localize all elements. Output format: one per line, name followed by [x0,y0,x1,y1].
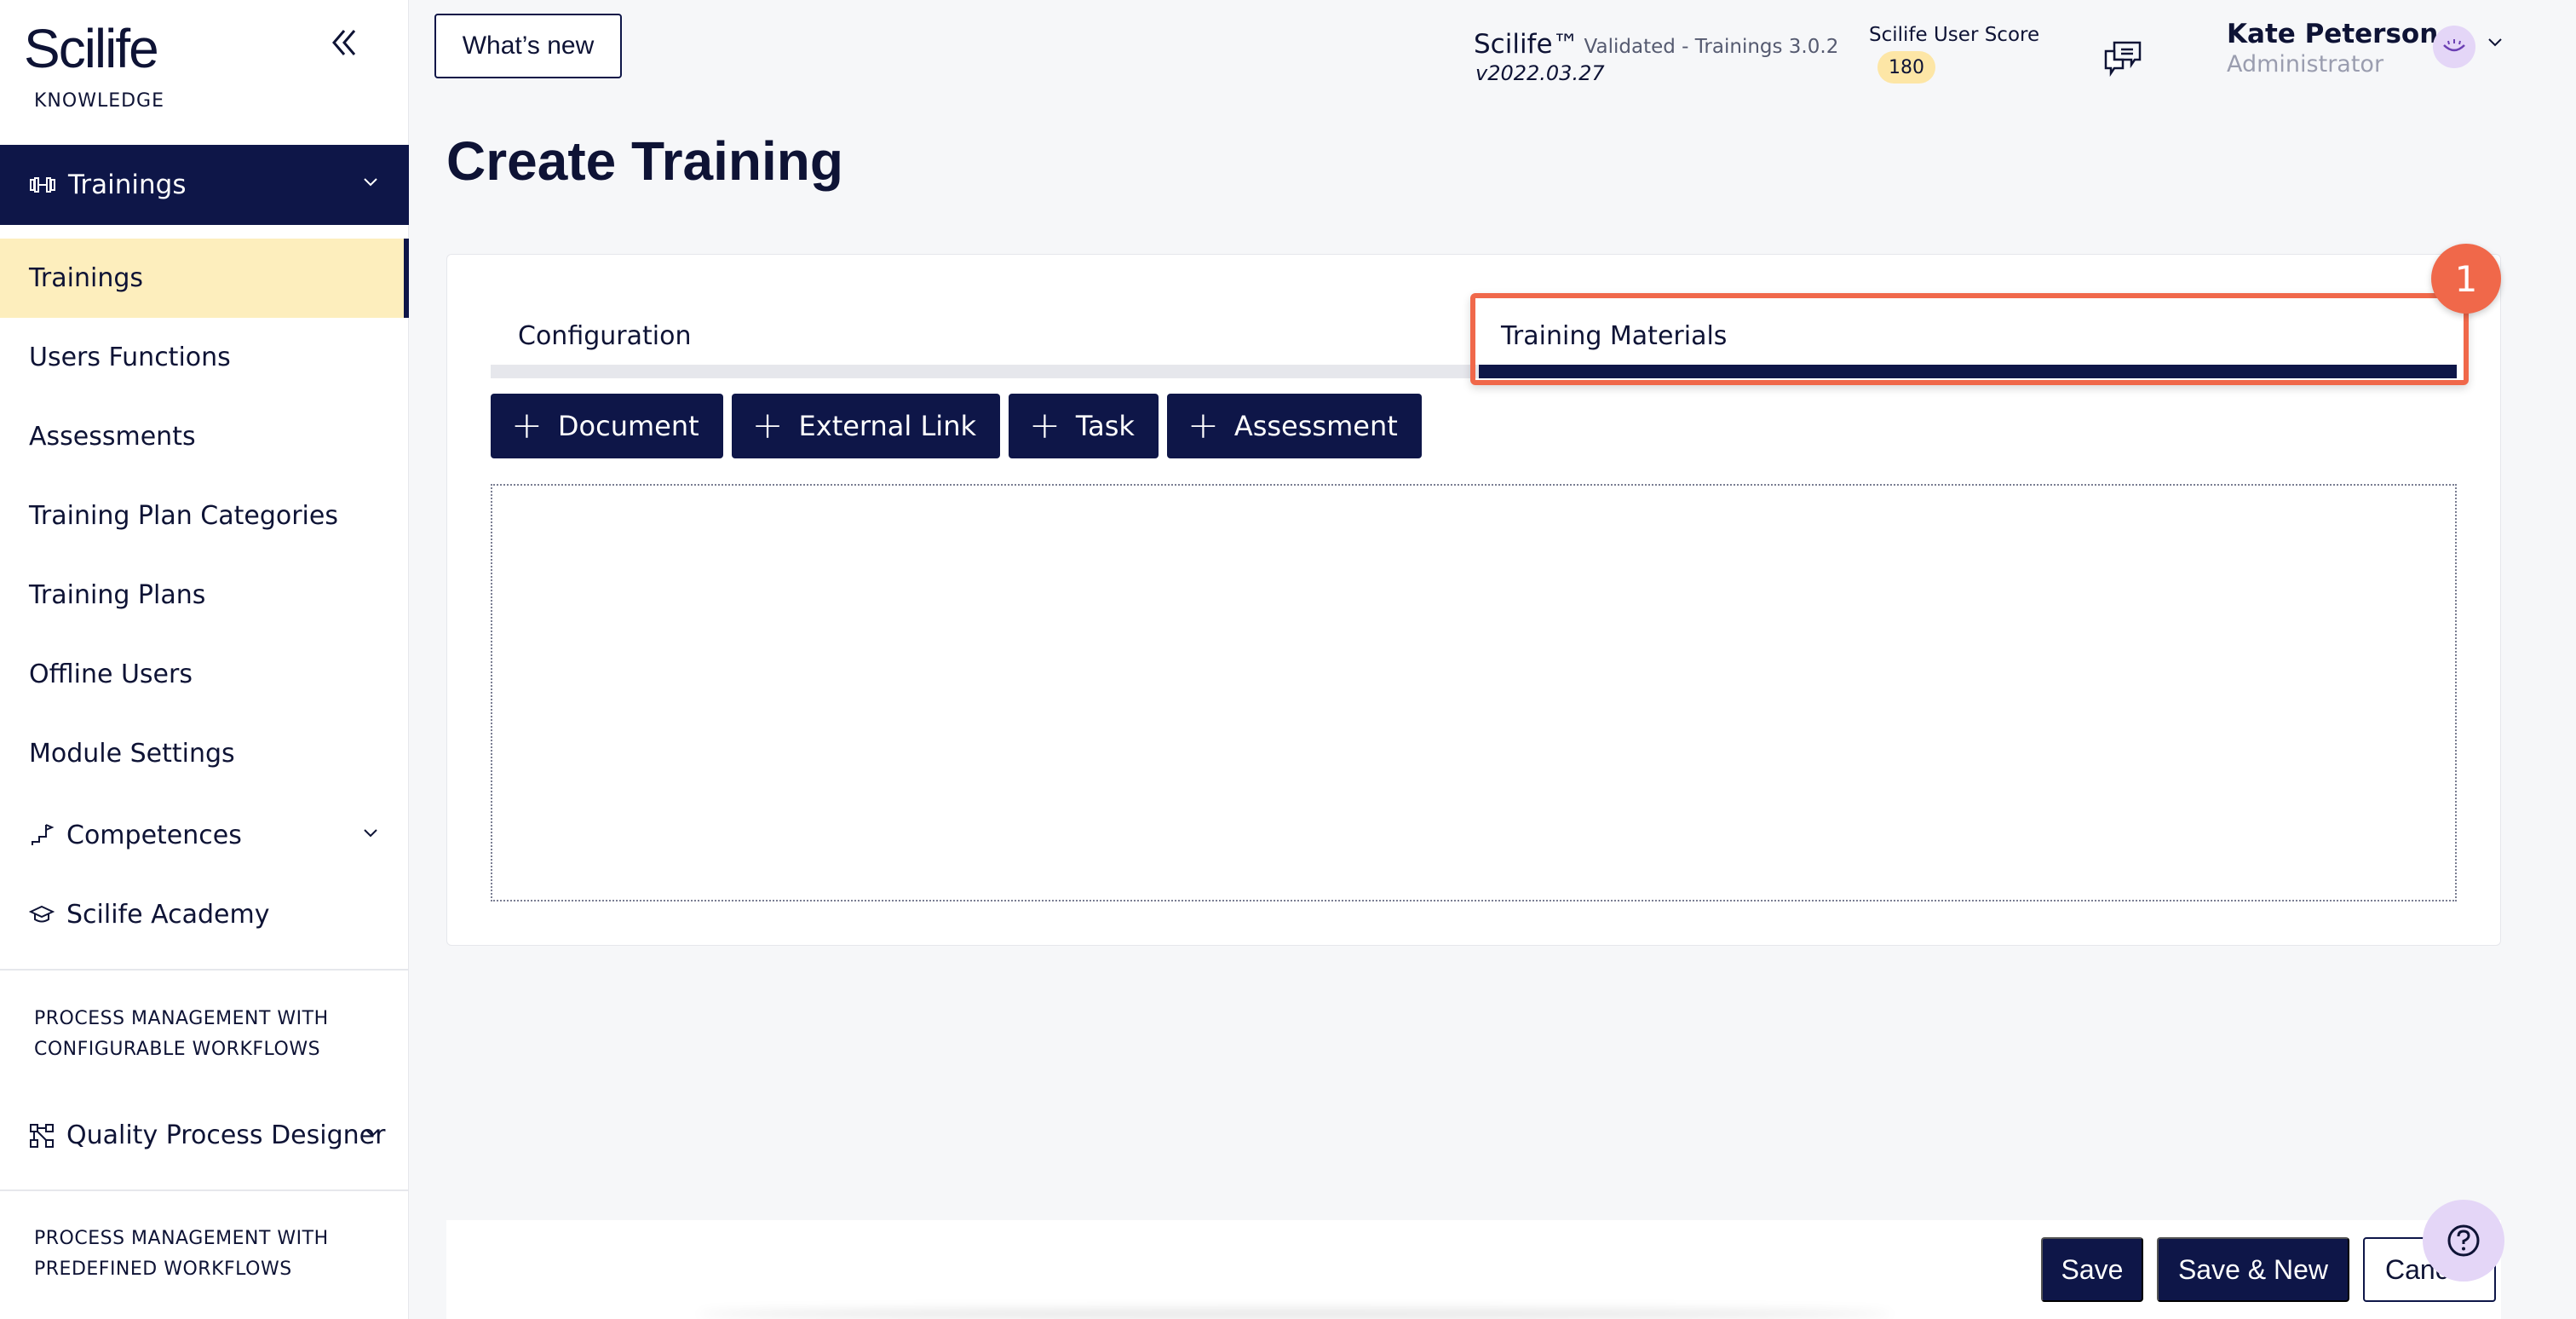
plus-icon: + [751,404,784,447]
sidebar-divider [0,1189,409,1191]
avatar[interactable] [2433,26,2475,68]
sidebar-item-label: Offline Users [29,660,193,689]
user-name: Kate Peterson [2227,19,2439,49]
materials-toolbar: + Document + External Link + Task + Asse… [491,394,1422,458]
eye-icon [2443,39,2465,52]
sidebar-item-module-settings[interactable]: Module Settings [0,714,409,793]
save-button[interactable]: Save [2041,1237,2143,1302]
whats-new-button[interactable]: What’s new [434,14,622,78]
sidebar-item-trainings[interactable]: Trainings [0,239,409,318]
workflow-icon [30,1123,54,1148]
user-score-badge: 180 [1877,51,1935,84]
question-icon [2447,1224,2480,1257]
user-role: Administrator [2227,51,2384,78]
add-task-button[interactable]: + Task [1009,394,1159,458]
sidebar-item-users-functions[interactable]: Users Functions [0,318,409,397]
logo: Scilife [24,18,159,79]
add-assessment-button[interactable]: + Assessment [1166,394,1422,458]
chat-button[interactable] [2102,39,2143,78]
button-label: Assessment [1233,410,1398,442]
sidebar-section-trainings[interactable]: Trainings [0,145,409,225]
sidebar-item-competences[interactable]: Competences [0,796,409,875]
double-chevron-left-icon [332,30,356,55]
sidebar-item-training-plans[interactable]: Training Plans [0,556,409,635]
sidebar-section-label: Trainings [68,170,187,200]
sidebar-item-scilife-academy[interactable]: Scilife Academy [0,875,409,954]
button-label: Task [1075,410,1135,442]
sidebar-item-label: Quality Process Designer [66,1120,386,1150]
sidebar-nav: Trainings Users Functions Assessments Tr… [0,239,409,793]
sidebar: Scilife KNOWLEDGE Trainings Trainings Us… [0,0,409,1319]
user-score-label: Scilife User Score [1869,24,2040,46]
app-validated: Validated - Trainings 3.0.2 [1584,36,1839,58]
sidebar-item-label: Scilife Academy [66,900,270,930]
sidebar-item-label: Module Settings [29,739,235,769]
save-and-new-button[interactable]: Save & New [2157,1237,2349,1302]
add-external-link-button[interactable]: + External Link [731,394,1000,458]
step-badge: 1 [2431,244,2501,314]
sidebar-item-label: Training Plans [29,580,206,610]
help-button[interactable] [2423,1200,2504,1282]
button-label: Document [557,410,699,442]
collapse-sidebar-button[interactable] [324,22,365,63]
sidebar-item-quality-process-designer[interactable]: Quality Process Designer [0,1096,409,1175]
app-version: v2022.03.27 [1475,61,1605,85]
step-highlight [1470,293,2469,385]
flag-icon [32,823,55,845]
app-info: Scilife™ Validated - Trainings 3.0.2 [1474,29,1838,60]
sidebar-item-label: Training Plan Categories [29,501,338,531]
logo-subtitle: KNOWLEDGE [34,90,164,112]
sidebar-item-offline-users[interactable]: Offline Users [0,635,409,714]
sidebar-group-caption: PROCESS MANAGEMENT WITH PREDEFINED WORKF… [34,1228,329,1280]
dumbbell-icon [30,177,55,193]
tab-configuration[interactable]: Configuration [491,307,1470,365]
sidebar-item-label: Users Functions [29,343,231,372]
sidebar-divider [0,969,409,971]
chevron-down-icon[interactable] [2487,37,2503,48]
plus-icon: + [1029,404,1061,447]
chevron-down-icon [365,1129,379,1138]
chevron-down-icon [364,829,377,838]
plus-icon: + [1187,404,1219,447]
sidebar-item-training-plan-categories[interactable]: Training Plan Categories [0,476,409,556]
footer-shadow [699,1309,1891,1319]
graduation-cap-icon [29,905,55,922]
chevron-down-icon [364,178,377,187]
button-label: External Link [798,410,976,442]
tab-label: Configuration [518,320,692,351]
sidebar-group-caption: PROCESS MANAGEMENT WITH CONFIGURABLE WOR… [34,1008,329,1060]
app-name: Scilife™ [1474,29,1579,60]
sidebar-item-label: Competences [66,821,242,850]
chat-bubbles-icon [2104,41,2142,78]
sidebar-item-label: Trainings [29,263,144,293]
sidebar-item-label: Assessments [29,422,196,452]
add-document-button[interactable]: + Document [491,394,723,458]
page-title: Create Training [446,130,843,192]
materials-dropzone[interactable] [491,484,2457,901]
sidebar-item-assessments[interactable]: Assessments [0,397,409,476]
plus-icon: + [511,404,543,447]
